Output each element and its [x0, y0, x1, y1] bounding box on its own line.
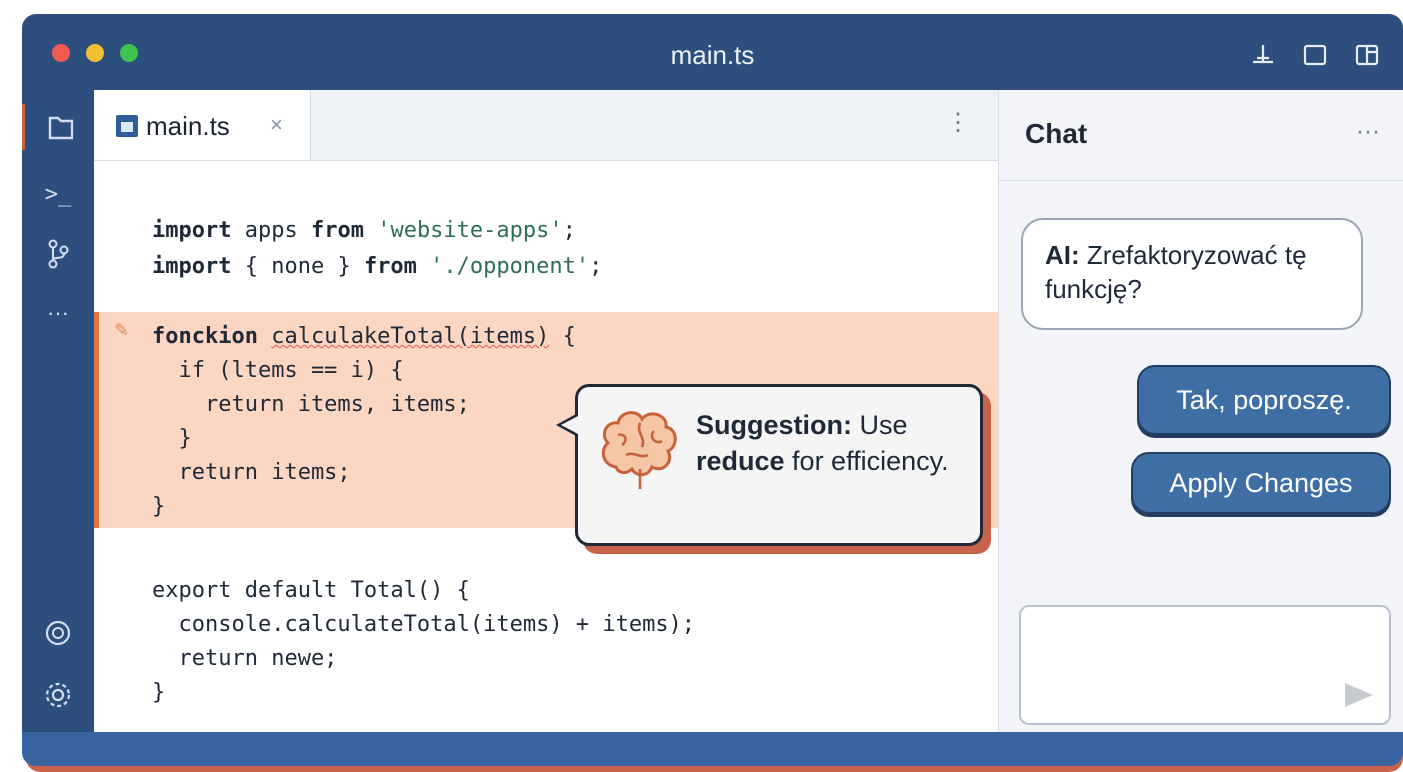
code-line: }	[152, 494, 166, 519]
lint-warning-icon: ✎	[114, 320, 130, 340]
code-line: return items, items;	[152, 392, 470, 417]
tab-label: main.ts	[146, 111, 230, 141]
account-icon[interactable]	[22, 618, 94, 653]
editor-more-icon[interactable]: ⋮	[946, 108, 970, 137]
activity-bar: >_ ···	[22, 90, 94, 732]
code-line: }	[152, 426, 192, 451]
title-bar: main.ts	[22, 14, 1403, 90]
explorer-icon[interactable]	[22, 104, 97, 150]
chat-more-icon[interactable]: ···	[1356, 118, 1380, 146]
terminal-icon[interactable]: >_	[22, 182, 94, 207]
window-title: main.ts	[670, 40, 755, 70]
layout-icon[interactable]	[1250, 42, 1276, 73]
more-icon[interactable]: ···	[22, 300, 94, 326]
code-line: fonckion calculakeTotal(items) {	[152, 324, 576, 349]
ai-message: AI: Zrefaktoryzować tę funkcję?	[1021, 218, 1363, 330]
tab-bar: main.ts × ⋮	[94, 90, 998, 161]
typescript-file-icon	[116, 115, 138, 137]
code-line: import apps from 'website-apps';	[152, 218, 576, 243]
code-line: }	[152, 680, 166, 705]
source-control-icon[interactable]	[22, 236, 94, 277]
chat-input[interactable]	[1019, 605, 1391, 725]
split-square-icon[interactable]	[1302, 42, 1328, 73]
brain-icon	[596, 405, 682, 495]
chat-panel: Chat ··· AI: Zrefaktoryzować tę funkcję?…	[998, 90, 1403, 732]
code-line: return newe;	[152, 646, 338, 671]
ai-message-text: AI: Zrefaktoryzować tę funkcję?	[1045, 240, 1307, 304]
apply-changes-button[interactable]: Apply Changes	[1131, 452, 1391, 514]
code-line: export default Total() {	[152, 578, 470, 603]
status-bar	[22, 732, 1403, 766]
chat-title: Chat	[1025, 118, 1088, 149]
chat-header: Chat ···	[999, 90, 1403, 181]
settings-icon[interactable]	[22, 680, 94, 715]
suggestion-text: Suggestion: Use reduce for efficiency.	[696, 410, 949, 476]
code-line: import { none } from './opponent';	[152, 254, 603, 279]
code-line: console.calculateTotal(items) + items);	[152, 612, 696, 637]
tab-close-icon[interactable]: ×	[270, 112, 283, 138]
tab-main-ts[interactable]: main.ts ×	[94, 90, 311, 160]
suggestion-callout[interactable]: Suggestion: Use reduce for efficiency.	[556, 384, 983, 546]
ide-window: main.ts >_ ··· main.ts × ⋮ ✎ import apps…	[22, 14, 1403, 766]
yes-please-button[interactable]: Tak, poproszę.	[1137, 365, 1391, 435]
send-icon[interactable]	[1345, 683, 1373, 707]
code-line: if (ltems == i) {	[152, 358, 404, 383]
panel-icon[interactable]	[1354, 42, 1380, 73]
code-line: return items;	[152, 460, 351, 485]
